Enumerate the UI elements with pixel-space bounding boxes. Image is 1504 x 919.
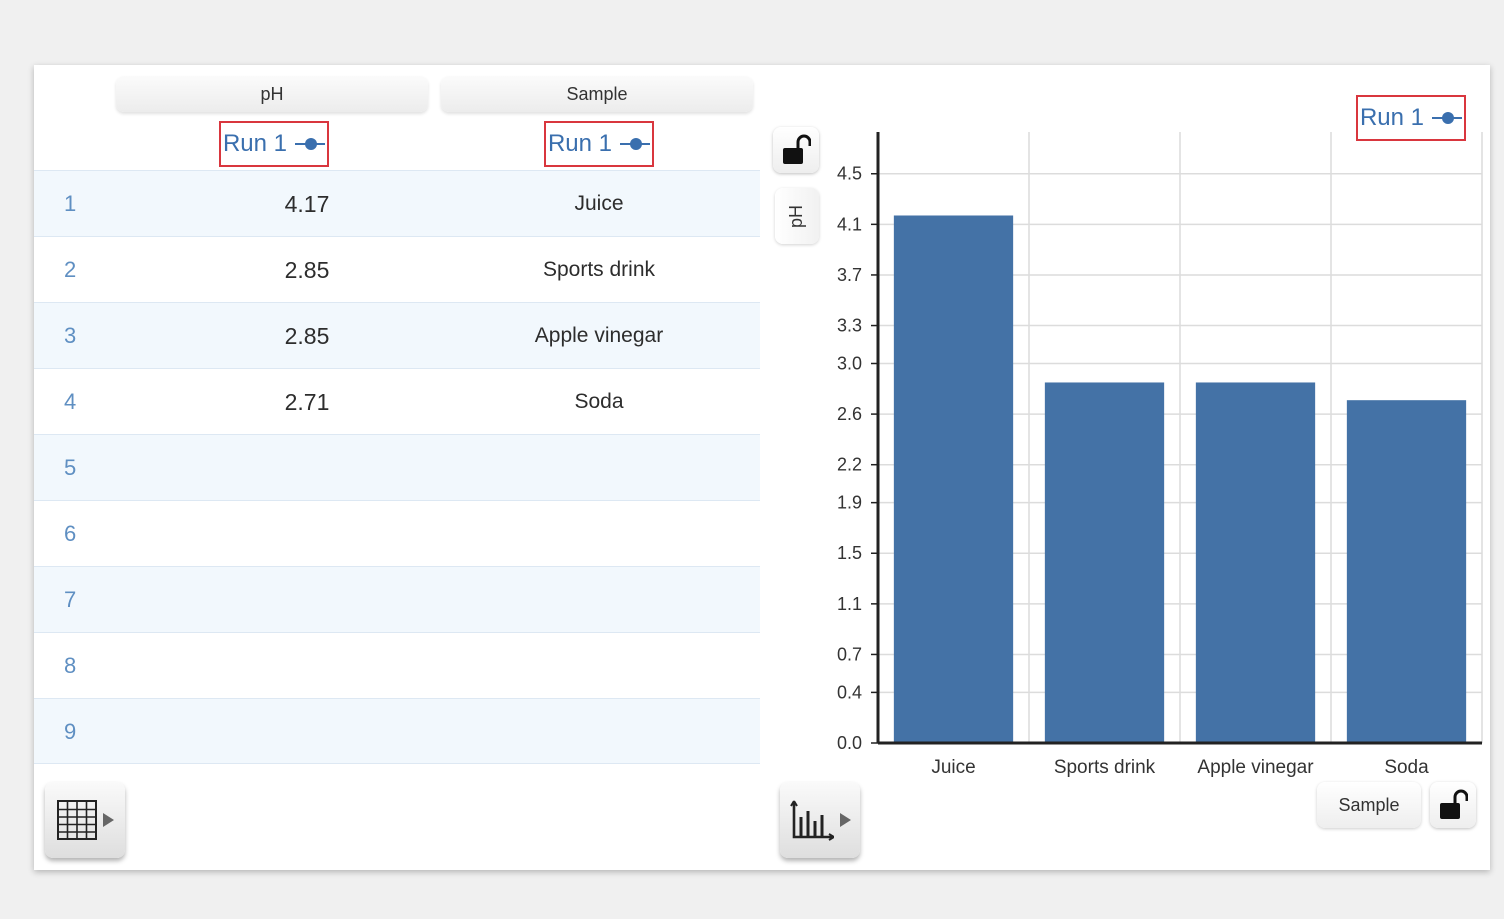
x-axis-label: Sample [1338, 794, 1400, 815]
y-axis-label: pH [786, 204, 807, 228]
cell-ph[interactable] [227, 501, 387, 567]
run-label: Run 1 [1359, 104, 1425, 131]
cell-sample[interactable] [479, 501, 719, 567]
bar-graph-icon [789, 800, 834, 841]
cell-sample[interactable]: Soda [479, 369, 719, 435]
table-row[interactable]: 8 [34, 632, 760, 698]
cell-sample[interactable] [479, 633, 719, 699]
y-axis-label-button[interactable]: pH [775, 188, 819, 244]
cell-ph[interactable]: 2.85 [227, 303, 387, 369]
cell-sample[interactable] [479, 567, 719, 633]
table-row[interactable]: 4 2.71 Soda [34, 368, 760, 434]
cell-ph[interactable] [227, 633, 387, 699]
column-header-sample-label: Sample [566, 83, 628, 104]
row-index: 7 [64, 587, 77, 612]
expand-arrow-icon [839, 813, 851, 827]
cell-ph[interactable]: 4.17 [227, 171, 387, 237]
table-row[interactable]: 2 2.85 Sports drink [34, 236, 760, 302]
row-index: 3 [64, 323, 77, 348]
run-selector-ph[interactable]: Run 1 [219, 121, 329, 167]
cell-ph[interactable] [227, 435, 387, 501]
graph-tool-button[interactable] [780, 782, 860, 858]
table-row[interactable]: 5 [34, 434, 760, 500]
row-index: 8 [64, 653, 77, 678]
table-row[interactable]: 9 [34, 698, 760, 764]
row-index: 9 [64, 719, 77, 744]
cell-sample[interactable]: Sports drink [479, 237, 719, 303]
graph-run-legend[interactable]: Run 1 [1356, 95, 1466, 141]
table-row[interactable]: 7 [34, 566, 760, 632]
row-index: 1 [64, 191, 77, 216]
unlocked-padlock-icon [1440, 789, 1468, 819]
line-dot-marker-icon [1432, 112, 1463, 124]
run-label: Run 1 [222, 130, 288, 157]
row-index: 4 [64, 389, 77, 414]
cell-ph[interactable]: 2.85 [227, 237, 387, 303]
x-axis-lock-button[interactable] [1430, 782, 1476, 828]
run-label: Run 1 [547, 130, 613, 157]
table-row[interactable]: 1 4.17 Juice [34, 170, 760, 236]
row-index: 2 [64, 257, 77, 282]
table-grid-icon [56, 800, 97, 840]
x-axis-label-button[interactable]: Sample [1317, 782, 1421, 828]
row-index: 5 [64, 455, 77, 480]
cell-ph[interactable] [227, 699, 387, 765]
cell-sample[interactable] [479, 699, 719, 765]
row-index: 6 [64, 521, 77, 546]
line-dot-marker-icon [295, 138, 326, 150]
table-row[interactable]: 3 2.85 Apple vinegar [34, 302, 760, 368]
table-row[interactable]: 6 [34, 500, 760, 566]
cell-sample[interactable]: Juice [479, 171, 719, 237]
column-header-ph[interactable]: pH [116, 76, 428, 112]
line-dot-marker-icon [620, 138, 651, 150]
run-selector-sample[interactable]: Run 1 [544, 121, 654, 167]
column-header-ph-label: pH [260, 83, 284, 104]
column-header-sample[interactable]: Sample [441, 76, 753, 112]
unlocked-padlock-icon [783, 134, 811, 164]
cell-ph[interactable] [227, 567, 387, 633]
cell-sample[interactable]: Apple vinegar [479, 303, 719, 369]
table-tool-button[interactable] [45, 782, 125, 858]
y-axis-lock-button[interactable] [773, 127, 819, 173]
expand-arrow-icon [102, 813, 114, 827]
cell-ph[interactable]: 2.71 [227, 369, 387, 435]
cell-sample[interactable] [479, 435, 719, 501]
